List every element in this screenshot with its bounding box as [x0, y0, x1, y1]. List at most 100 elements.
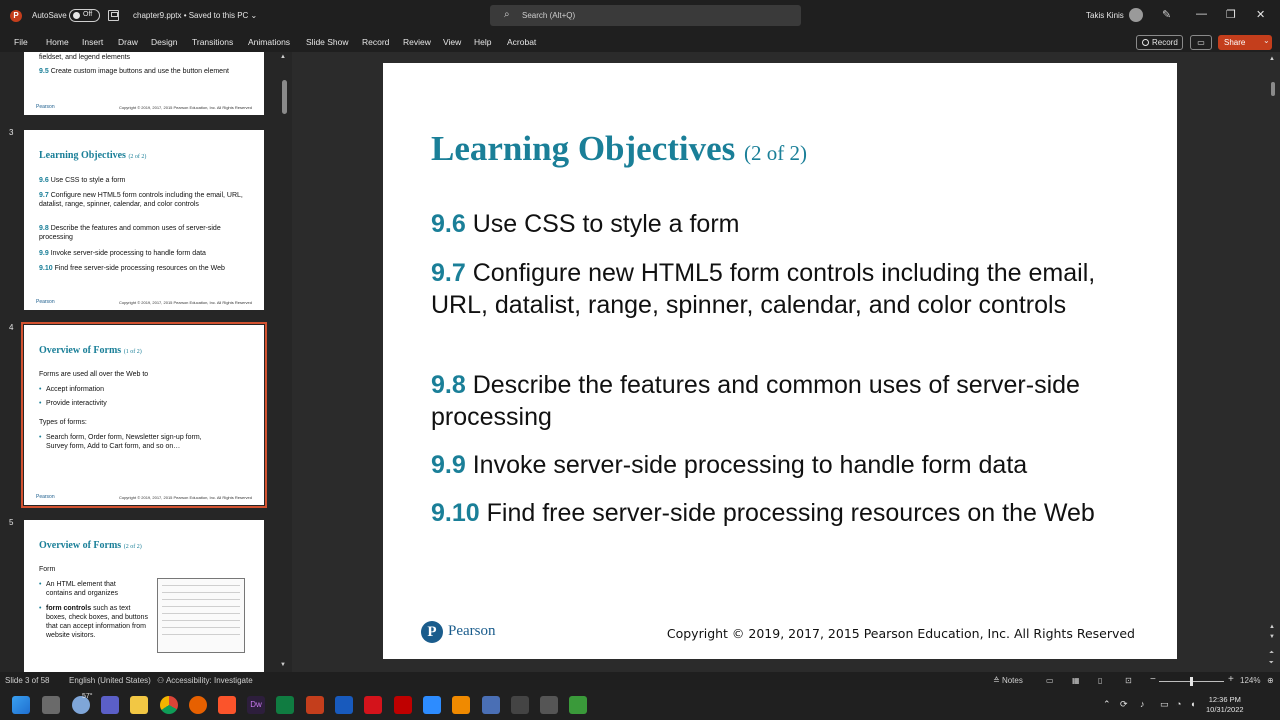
- search-box[interactable]: ⌕ Search (Alt+Q): [490, 5, 801, 26]
- slide-sorter-icon[interactable]: ▦: [1072, 676, 1080, 685]
- firefox-icon[interactable]: [189, 696, 207, 714]
- language[interactable]: English (United States): [69, 676, 151, 685]
- autosave-toggle[interactable]: Off: [69, 9, 100, 22]
- reading-view-icon[interactable]: ▯: [1098, 676, 1102, 685]
- save-icon[interactable]: [108, 10, 119, 21]
- scroll-thumb[interactable]: [282, 80, 287, 114]
- prev-slide-icon[interactable]: ⏶: [1269, 650, 1274, 657]
- objective-item[interactable]: 9.8 Describe the features and common use…: [431, 370, 1141, 433]
- vlc-icon[interactable]: [452, 696, 470, 714]
- fit-slide-icon[interactable]: ⊕: [1267, 676, 1274, 685]
- tab-design[interactable]: Design: [151, 37, 177, 47]
- notes-button[interactable]: ≙ Notes: [993, 676, 1023, 685]
- zoom-slider-thumb[interactable]: [1190, 677, 1193, 686]
- slide-thumbnail-4[interactable]: Overview of Forms (1 of 2) Forms are use…: [21, 322, 267, 508]
- status-bar: Slide 3 of 58 English (United States) ⚇ …: [0, 672, 1280, 690]
- dreamweaver-icon[interactable]: Dw: [247, 696, 265, 714]
- thumb-text: Describe the features and common uses of…: [39, 225, 221, 241]
- app-icon[interactable]: [482, 696, 500, 714]
- avatar[interactable]: [1129, 8, 1143, 22]
- pearson-logo-text: Pearson: [448, 623, 496, 639]
- scroll-up-icon[interactable]: ▲: [280, 54, 286, 60]
- microphone-icon[interactable]: ♪: [1140, 699, 1145, 709]
- volume-icon[interactable]: ◖: [1190, 699, 1195, 709]
- chrome-icon[interactable]: [160, 696, 178, 714]
- share-chevron-icon[interactable]: ⌄: [1263, 36, 1270, 45]
- objective-item[interactable]: 9.6 Use CSS to style a form: [431, 209, 1141, 241]
- tab-view[interactable]: View: [443, 37, 461, 47]
- notepad-icon[interactable]: [569, 696, 587, 714]
- user-name[interactable]: Takis Kinis: [1086, 11, 1124, 20]
- tab-animations[interactable]: Animations: [248, 37, 290, 47]
- thumb-num: 9.9: [39, 250, 49, 257]
- file-explorer-icon[interactable]: [130, 696, 148, 714]
- tab-slide-show[interactable]: Slide Show: [306, 37, 349, 47]
- slide-thumbnail-3[interactable]: Learning Objectives (2 of 2) 9.6 Use CSS…: [24, 130, 264, 310]
- thumb-title-suffix: (2 of 2): [123, 544, 142, 550]
- filezilla-icon[interactable]: [394, 696, 412, 714]
- slide-thumbnail-2[interactable]: fieldset, and legend elements 9.5 Create…: [24, 52, 264, 115]
- scroll-down-icon[interactable]: ▼: [1269, 634, 1275, 640]
- toggle-knob: [73, 12, 80, 19]
- slide-title-text: Learning Objectives: [431, 129, 736, 168]
- record-button[interactable]: Record: [1136, 35, 1183, 50]
- zoom-app-icon[interactable]: [423, 696, 441, 714]
- objective-item[interactable]: 9.9 Invoke server-side processing to han…: [431, 450, 1141, 482]
- thumbnail-scrollbar[interactable]: ▲ ▼: [280, 52, 289, 672]
- brave-icon[interactable]: [218, 696, 236, 714]
- tab-transitions[interactable]: Transitions: [192, 37, 233, 47]
- excel-icon[interactable]: [276, 696, 294, 714]
- app-icon[interactable]: [540, 696, 558, 714]
- teams-icon[interactable]: [101, 696, 119, 714]
- scroll-up-icon[interactable]: ▲: [1269, 624, 1275, 630]
- slide-count[interactable]: Slide 3 of 58: [5, 676, 49, 685]
- editor-scrollbar[interactable]: ▲ ▲ ▼ ⏶ ⏷: [1268, 52, 1278, 672]
- normal-view-icon[interactable]: ▭: [1046, 676, 1054, 685]
- slide-title[interactable]: Learning Objectives (2 of 2): [431, 129, 807, 169]
- tab-home[interactable]: Home: [46, 37, 69, 47]
- tab-record[interactable]: Record: [362, 37, 389, 47]
- wifi-icon[interactable]: ◔: [1176, 699, 1181, 709]
- tab-file[interactable]: File: [14, 37, 28, 47]
- tab-help[interactable]: Help: [474, 37, 491, 47]
- tray-chevron-icon[interactable]: ⌃: [1103, 699, 1111, 710]
- pen-icon[interactable]: ✎: [1162, 8, 1171, 21]
- word-icon[interactable]: [335, 696, 353, 714]
- scroll-thumb[interactable]: [1271, 82, 1275, 96]
- zoom-out-button[interactable]: −: [1150, 674, 1156, 685]
- thumb-line: 9.5 Create custom image buttons and use …: [39, 67, 254, 76]
- current-slide[interactable]: Learning Objectives (2 of 2) 9.6 Use CSS…: [383, 63, 1177, 659]
- accessibility-status[interactable]: ⚇ Accessibility: Investigate: [157, 676, 253, 685]
- slideshow-icon[interactable]: ⊡: [1125, 676, 1132, 685]
- tab-draw[interactable]: Draw: [118, 37, 138, 47]
- file-title[interactable]: chapter9.pptx • Saved to this PC ⌄: [133, 11, 257, 20]
- minimize-button[interactable]: —: [1196, 8, 1207, 20]
- zoom-level[interactable]: 124%: [1240, 676, 1260, 685]
- restore-button[interactable]: ❐: [1226, 8, 1236, 21]
- zoom-in-button[interactable]: +: [1228, 674, 1234, 685]
- objective-num: 9.10: [431, 499, 480, 527]
- scroll-down-icon[interactable]: ▼: [280, 662, 286, 668]
- acrobat-icon[interactable]: [364, 696, 382, 714]
- objective-item[interactable]: 9.7 Configure new HTML5 form controls in…: [431, 258, 1141, 321]
- tab-review[interactable]: Review: [403, 37, 431, 47]
- display-icon[interactable]: ▭: [1160, 699, 1169, 710]
- close-button[interactable]: ✕: [1256, 8, 1265, 21]
- task-view-icon[interactable]: [42, 696, 60, 714]
- clock-time: 12:36 PM: [1208, 695, 1241, 704]
- next-slide-icon[interactable]: ⏷: [1269, 660, 1274, 667]
- windows-start-icon[interactable]: [12, 696, 30, 714]
- slide-copyright: Copyright © 2019, 2017, 2015 Pearson Edu…: [666, 626, 1135, 641]
- powerpoint-icon[interactable]: [306, 696, 324, 714]
- screen-recorder-icon[interactable]: [511, 696, 529, 714]
- thumb-bullet: An HTML element that contains and organi…: [39, 580, 139, 598]
- tab-insert[interactable]: Insert: [82, 37, 103, 47]
- scroll-up-icon[interactable]: ▲: [1269, 56, 1275, 62]
- comments-button[interactable]: ▭: [1190, 35, 1212, 50]
- sync-icon[interactable]: ⟳: [1120, 699, 1128, 710]
- tab-acrobat[interactable]: Acrobat: [507, 37, 536, 47]
- thumb-title-text: Learning Objectives: [39, 150, 126, 161]
- objective-item[interactable]: 9.10 Find free server-side processing re…: [431, 498, 1141, 530]
- clock[interactable]: 12:36 PM 10/31/2022: [1206, 695, 1244, 715]
- slide-thumbnail-5[interactable]: Overview of Forms (2 of 2) Form An HTML …: [24, 520, 264, 672]
